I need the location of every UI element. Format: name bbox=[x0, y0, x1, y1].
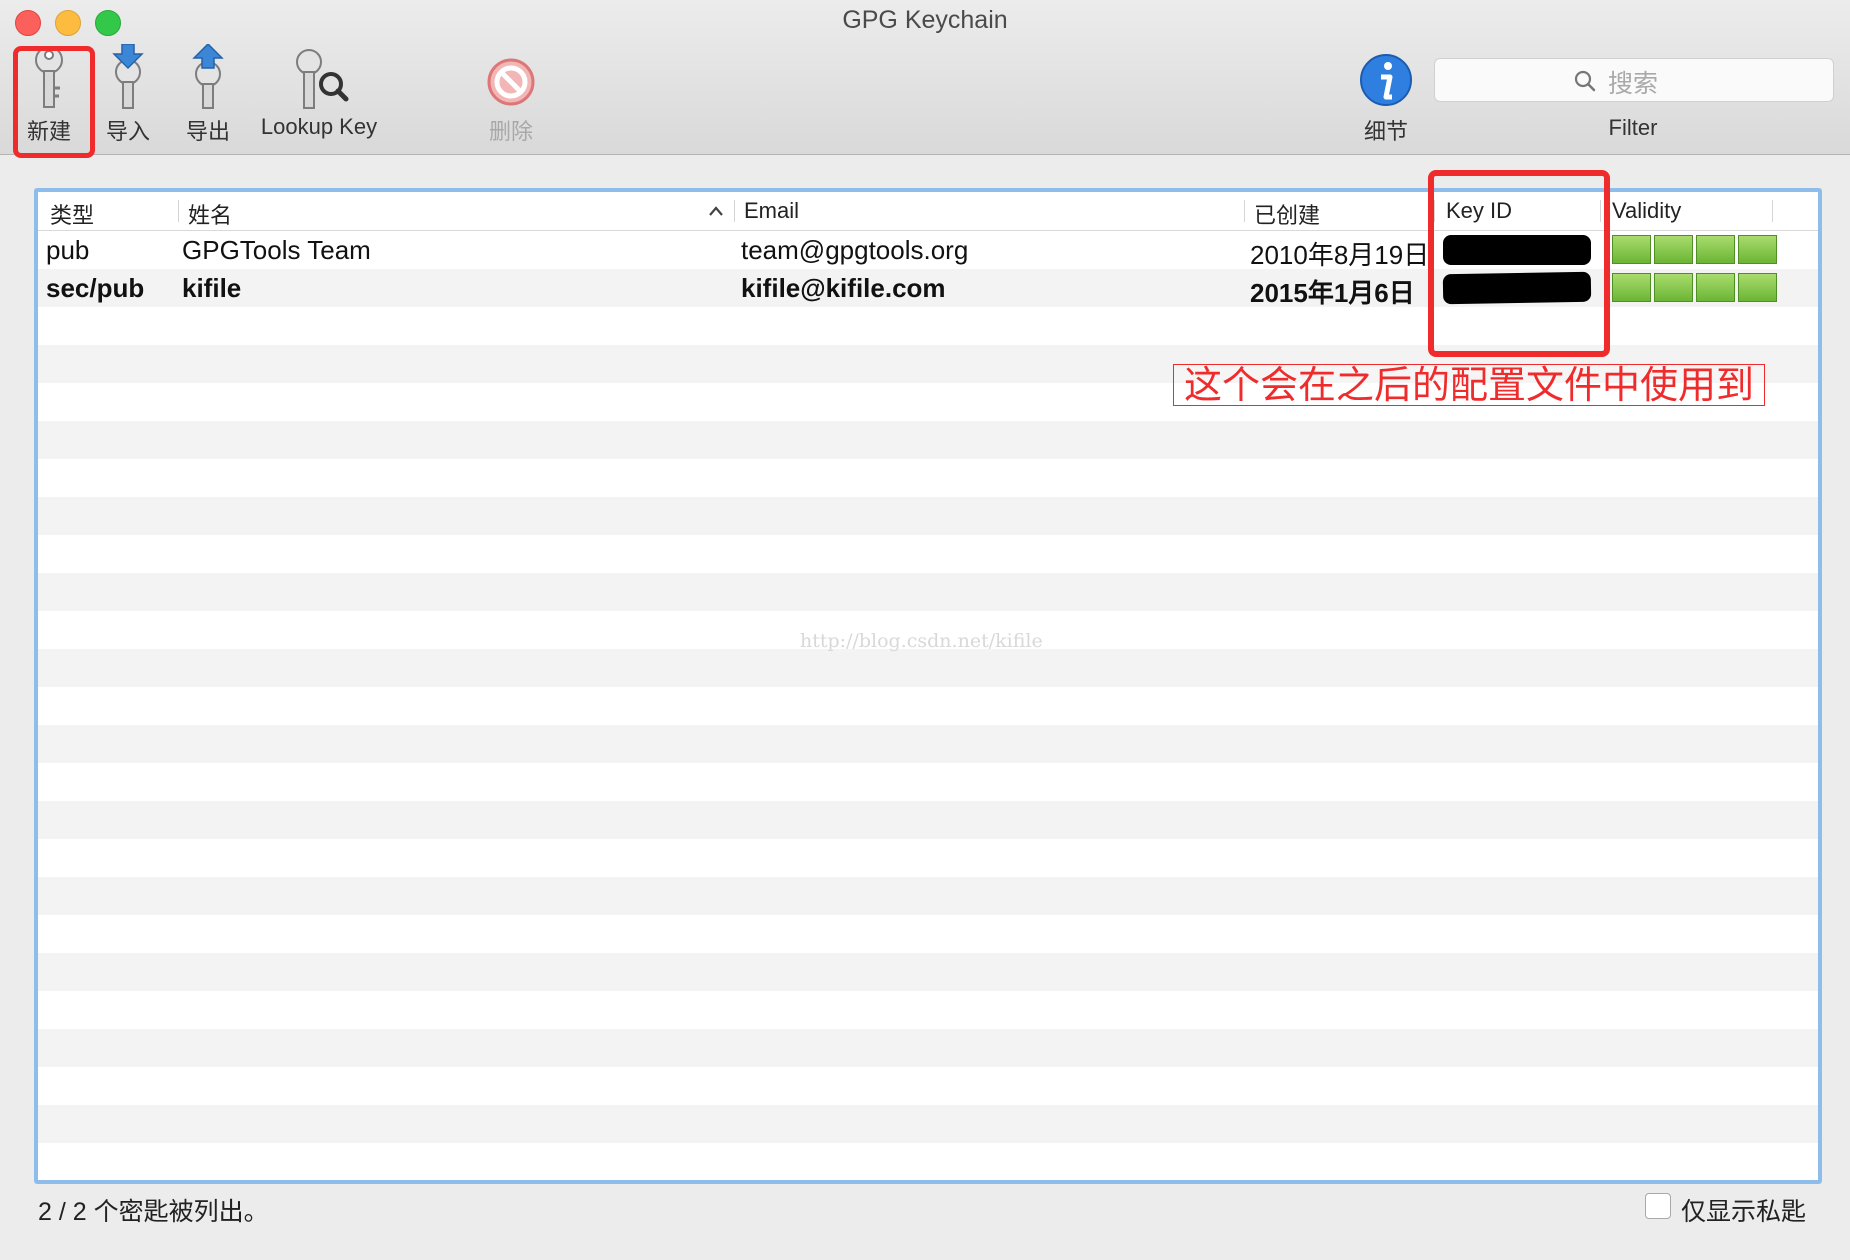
empty-row bbox=[38, 801, 1818, 839]
sort-ascending-icon bbox=[709, 206, 723, 216]
validity-bar bbox=[1612, 235, 1777, 264]
empty-row bbox=[38, 763, 1818, 801]
validity-segment bbox=[1696, 273, 1735, 302]
empty-row bbox=[38, 459, 1818, 497]
import-label: 导入 bbox=[105, 119, 150, 144]
export-key-icon bbox=[192, 44, 224, 109]
column-header-type[interactable]: 类型 bbox=[50, 198, 94, 230]
delete-button[interactable]: 删除 bbox=[480, 44, 542, 146]
export-button[interactable]: 导出 bbox=[178, 44, 238, 146]
show-secret-only-label[interactable]: 仅显示私匙 bbox=[1681, 1192, 1806, 1228]
title-bar: GPG Keychain 新建 导入 导出 Lookup Key 删除 细节 搜… bbox=[0, 0, 1850, 155]
cell-created: 2010年8月19日 bbox=[1250, 240, 1430, 270]
validity-segment bbox=[1612, 235, 1651, 264]
empty-row bbox=[38, 1067, 1818, 1105]
empty-row bbox=[38, 915, 1818, 953]
empty-row bbox=[38, 649, 1818, 687]
empty-row bbox=[38, 1105, 1818, 1143]
empty-row bbox=[38, 573, 1818, 611]
lookup-key-label: Lookup Key bbox=[260, 114, 378, 139]
filter-label: Filter bbox=[1608, 115, 1658, 140]
validity-bar bbox=[1612, 273, 1777, 302]
validity-segment bbox=[1738, 235, 1777, 264]
window-title: GPG Keychain bbox=[842, 6, 1008, 34]
empty-row bbox=[38, 687, 1818, 725]
delete-icon bbox=[487, 58, 535, 106]
import-button[interactable]: 导入 bbox=[98, 44, 158, 146]
cell-name: GPGTools Team bbox=[182, 235, 371, 265]
details-label: 细节 bbox=[1363, 119, 1408, 144]
empty-row bbox=[38, 953, 1818, 991]
empty-row bbox=[38, 1143, 1818, 1180]
cell-type: sec/pub bbox=[46, 273, 145, 303]
annotation-highlight-new-button bbox=[13, 46, 95, 158]
search-placeholder: 搜索 bbox=[1608, 70, 1659, 98]
empty-row bbox=[38, 725, 1818, 763]
empty-row bbox=[38, 1029, 1818, 1067]
empty-row bbox=[38, 497, 1818, 535]
validity-segment bbox=[1654, 235, 1693, 264]
validity-segment bbox=[1654, 273, 1693, 302]
validity-segment bbox=[1612, 273, 1651, 302]
delete-label: 删除 bbox=[488, 119, 533, 144]
cell-email: team@gpgtools.org bbox=[741, 235, 969, 265]
validity-segment bbox=[1696, 235, 1735, 264]
show-secret-only-checkbox[interactable] bbox=[1645, 1193, 1671, 1219]
annotation-highlight-key-id bbox=[1428, 170, 1610, 357]
empty-row bbox=[38, 991, 1818, 1029]
column-header-name[interactable]: 姓名 bbox=[188, 198, 232, 230]
column-separator[interactable] bbox=[1772, 200, 1773, 222]
cell-created: 2015年1月6日 bbox=[1250, 278, 1415, 308]
cell-type: pub bbox=[46, 235, 90, 265]
key-search-icon bbox=[296, 49, 349, 109]
import-key-icon bbox=[112, 44, 144, 109]
empty-row bbox=[38, 535, 1818, 573]
column-header-validity[interactable]: Validity bbox=[1612, 198, 1681, 224]
column-header-email[interactable]: Email bbox=[744, 198, 799, 224]
watermark: http://blog.csdn.net/kifile bbox=[800, 630, 1043, 652]
lookup-key-button[interactable]: Lookup Key bbox=[254, 44, 384, 140]
column-separator[interactable] bbox=[178, 200, 179, 222]
info-icon bbox=[1360, 54, 1412, 106]
annotation-note: 这个会在之后的配置文件中使用到 bbox=[1173, 364, 1766, 406]
search-icon bbox=[1574, 70, 1596, 92]
export-label: 导出 bbox=[185, 119, 230, 144]
cell-email: kifile@kifile.com bbox=[741, 273, 946, 303]
empty-row bbox=[38, 877, 1818, 915]
details-button[interactable]: 细节 bbox=[1356, 44, 1416, 146]
column-header-created[interactable]: 已创建 bbox=[1254, 198, 1320, 230]
column-separator[interactable] bbox=[734, 200, 735, 222]
search-field[interactable]: 搜索 bbox=[1434, 58, 1834, 102]
cell-name: kifile bbox=[182, 273, 242, 303]
column-separator[interactable] bbox=[1244, 200, 1245, 222]
validity-segment bbox=[1738, 273, 1777, 302]
empty-row bbox=[38, 839, 1818, 877]
empty-row bbox=[38, 421, 1818, 459]
empty-row bbox=[38, 1181, 1818, 1184]
status-text: 2 / 2 个密匙被列出。 bbox=[38, 1198, 269, 1226]
